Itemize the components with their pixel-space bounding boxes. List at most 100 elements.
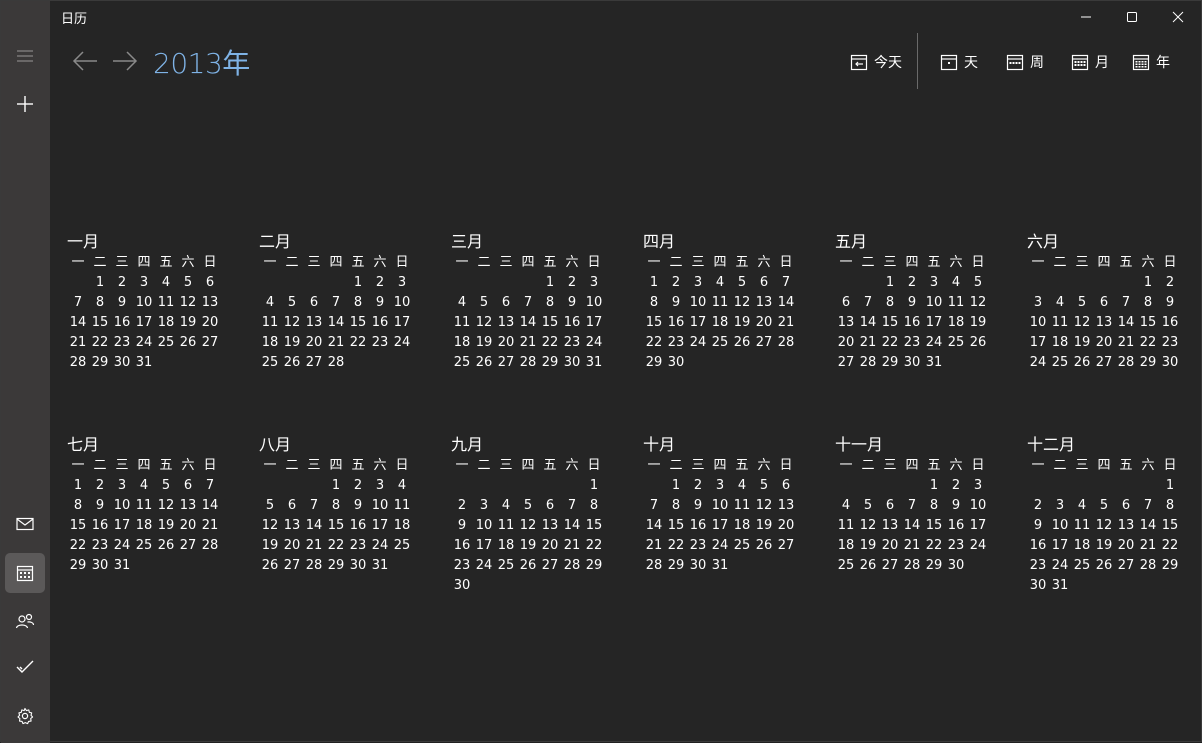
day-cell[interactable]: 29 [89, 353, 111, 373]
day-cell[interactable]: 20 [281, 536, 303, 556]
day-cell[interactable]: 25 [495, 556, 517, 576]
day-cell[interactable]: 30 [111, 353, 133, 373]
day-cell[interactable]: 13 [879, 516, 901, 536]
day-cell[interactable]: 18 [731, 516, 753, 536]
day-cell[interactable]: 27 [177, 536, 199, 556]
day-cell[interactable]: 1 [539, 273, 561, 293]
day-cell[interactable]: 21 [325, 333, 347, 353]
day-cell[interactable]: 26 [1093, 556, 1115, 576]
day-cell[interactable]: 2 [1027, 496, 1049, 516]
month-block[interactable]: 十月一二三四五六日 1 2 3 4 5 6 7 8 9 10 11 12 13 14 15 16 17 18 19 20… [643, 434, 813, 576]
day-cell[interactable]: 9 [451, 516, 473, 536]
day-cell[interactable]: 2 [665, 273, 687, 293]
day-cell[interactable]: 28 [303, 556, 325, 576]
day-cell[interactable]: 2 [687, 476, 709, 496]
day-cell[interactable]: 21 [1115, 333, 1137, 353]
day-cell[interactable]: 8 [539, 293, 561, 313]
day-cell[interactable]: 5 [155, 476, 177, 496]
day-cell[interactable]: 25 [945, 333, 967, 353]
day-cell[interactable]: 29 [583, 556, 605, 576]
day-cell[interactable]: 20 [177, 516, 199, 536]
day-cell[interactable]: 5 [281, 293, 303, 313]
day-cell[interactable]: 11 [495, 516, 517, 536]
day-cell[interactable]: 23 [111, 333, 133, 353]
day-cell[interactable]: 28 [325, 353, 347, 373]
day-cell[interactable]: 17 [473, 536, 495, 556]
day-cell[interactable]: 10 [923, 293, 945, 313]
day-cell[interactable]: 29 [665, 556, 687, 576]
day-cell[interactable]: 26 [857, 556, 879, 576]
day-cell[interactable]: 5 [517, 496, 539, 516]
day-cell[interactable]: 10 [967, 496, 989, 516]
day-cell[interactable]: 19 [1093, 536, 1115, 556]
day-cell[interactable]: 22 [347, 333, 369, 353]
day-cell[interactable]: 9 [369, 293, 391, 313]
day-cell[interactable]: 24 [391, 333, 413, 353]
day-cell[interactable]: 17 [583, 313, 605, 333]
day-cell[interactable]: 2 [561, 273, 583, 293]
day-cell[interactable]: 18 [451, 333, 473, 353]
day-cell[interactable]: 6 [177, 476, 199, 496]
day-cell[interactable]: 3 [391, 273, 413, 293]
month-block[interactable]: 八月一二三四五六日 1 2 3 4 5 6 7 8 9 10 11 12 13 14 15 16 17 18 19 20… [259, 434, 429, 576]
day-cell[interactable]: 19 [753, 516, 775, 536]
day-cell[interactable]: 24 [133, 333, 155, 353]
day-cell[interactable]: 10 [473, 516, 495, 536]
month-block[interactable]: 九月一二三四五六日 1 2 3 4 5 6 7 8 9 10 11 12 13 14 15 16 17 18 19 20… [451, 434, 621, 596]
previous-button[interactable] [70, 46, 100, 76]
day-cell[interactable]: 31 [111, 556, 133, 576]
day-cell[interactable]: 17 [111, 516, 133, 536]
day-cell[interactable]: 18 [391, 516, 413, 536]
day-cell[interactable]: 4 [155, 273, 177, 293]
day-cell[interactable]: 26 [731, 333, 753, 353]
day-cell[interactable]: 3 [1027, 293, 1049, 313]
day-cell[interactable]: 13 [775, 496, 797, 516]
day-cell[interactable]: 20 [303, 333, 325, 353]
day-cell[interactable]: 20 [1115, 536, 1137, 556]
month-name[interactable]: 七月 [67, 434, 237, 456]
day-cell[interactable]: 16 [111, 313, 133, 333]
mail-button[interactable] [5, 504, 45, 544]
day-cell[interactable]: 2 [111, 273, 133, 293]
day-cell[interactable]: 15 [643, 313, 665, 333]
day-cell[interactable]: 11 [731, 496, 753, 516]
day-cell[interactable]: 24 [1027, 353, 1049, 373]
day-cell[interactable]: 7 [517, 293, 539, 313]
day-cell[interactable]: 16 [1027, 536, 1049, 556]
day-cell[interactable]: 16 [1159, 313, 1181, 333]
day-cell[interactable]: 23 [369, 333, 391, 353]
day-cell[interactable]: 13 [281, 516, 303, 536]
day-cell[interactable]: 6 [775, 476, 797, 496]
day-cell[interactable]: 22 [583, 536, 605, 556]
day-cell[interactable]: 10 [133, 293, 155, 313]
month-name[interactable]: 五月 [835, 231, 1005, 253]
day-cell[interactable]: 1 [923, 476, 945, 496]
day-cell[interactable]: 24 [369, 536, 391, 556]
day-cell[interactable]: 29 [1159, 556, 1181, 576]
day-cell[interactable]: 29 [67, 556, 89, 576]
day-cell[interactable]: 12 [281, 313, 303, 333]
day-cell[interactable]: 6 [1093, 293, 1115, 313]
day-cell[interactable]: 23 [89, 536, 111, 556]
maximize-button[interactable] [1109, 0, 1155, 34]
day-cell[interactable]: 6 [199, 273, 221, 293]
day-cell[interactable]: 3 [111, 476, 133, 496]
day-cell[interactable]: 19 [731, 313, 753, 333]
day-cell[interactable]: 26 [259, 556, 281, 576]
settings-button[interactable] [5, 696, 45, 736]
day-cell[interactable]: 29 [643, 353, 665, 373]
day-cell[interactable]: 4 [259, 293, 281, 313]
day-cell[interactable]: 28 [857, 353, 879, 373]
day-cell[interactable]: 10 [369, 496, 391, 516]
day-cell[interactable]: 29 [923, 556, 945, 576]
day-cell[interactable]: 26 [967, 333, 989, 353]
day-cell[interactable]: 14 [561, 516, 583, 536]
day-cell[interactable]: 14 [901, 516, 923, 536]
day-cell[interactable]: 20 [539, 536, 561, 556]
day-cell[interactable]: 15 [539, 313, 561, 333]
day-cell[interactable]: 6 [495, 293, 517, 313]
day-cell[interactable]: 1 [879, 273, 901, 293]
day-cell[interactable]: 7 [561, 496, 583, 516]
day-cell[interactable]: 26 [1071, 353, 1093, 373]
day-cell[interactable]: 24 [583, 333, 605, 353]
